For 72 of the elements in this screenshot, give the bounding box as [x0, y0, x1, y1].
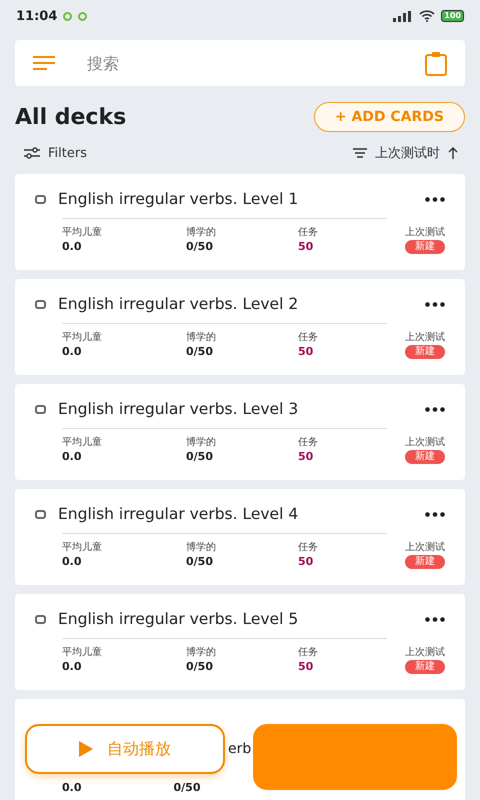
- stat-label: 上次测试: [405, 540, 445, 554]
- stat-label: 任务: [298, 541, 319, 554]
- stat-label: 上次测试: [405, 436, 445, 449]
- signal-icon: [393, 10, 414, 22]
- stat-label: 任务: [298, 331, 319, 344]
- sliders-icon[interactable]: [24, 147, 40, 159]
- deck-card[interactable]: English irregular verbs. Level 2 平均儿童 0.0 博学的 0/50 任务 50 上次测试 新建: [15, 279, 465, 375]
- search-bar[interactable]: 搜索: [15, 40, 465, 86]
- sort-icon[interactable]: [353, 148, 367, 158]
- stat-label: 上次测试: [405, 226, 445, 239]
- stat-value: 0.0: [62, 450, 82, 463]
- stat-value: 0.0: [62, 781, 82, 794]
- battery-icon: 100: [441, 10, 464, 22]
- clipboard-icon[interactable]: [425, 50, 447, 76]
- status-badge: 新建: [405, 345, 445, 359]
- stat-label: 上次测试: [405, 646, 445, 659]
- deck-title: English irregular verbs. Level 2: [58, 295, 300, 313]
- stat-label: 任务: [298, 436, 319, 449]
- page-title: All decks: [15, 104, 126, 130]
- stat-value: 0/50: [174, 781, 200, 794]
- status-badge: 新建: [405, 555, 445, 569]
- stat-label: 平均儿童: [62, 226, 103, 239]
- deck-title: English irregular verbs. Level 4: [58, 505, 300, 523]
- stat-label: 博学的: [186, 330, 217, 344]
- status-badge: 新建: [405, 450, 445, 464]
- stat-label: 平均儿童: [62, 436, 103, 449]
- stat-value: 50: [298, 660, 314, 673]
- search-field[interactable]: 搜索: [85, 52, 425, 74]
- more-icon[interactable]: [425, 302, 445, 306]
- filters-button[interactable]: Filters: [48, 146, 87, 160]
- stat-value: 0/50: [186, 660, 214, 673]
- stat-label: 任务: [298, 226, 319, 239]
- deck-card[interactable]: English irregular verbs. Level 4 平均儿童 0.0 博学的 0/50 任务 50 上次测试 新建: [15, 489, 465, 585]
- deck-title: English irregular verbs. Level 5: [58, 610, 300, 628]
- stat-value: 0.0: [62, 660, 82, 673]
- stat-value: 50: [298, 450, 314, 463]
- deck-title: English irregular verbs. Level 1: [58, 190, 300, 208]
- stat-label: 博学的: [186, 540, 217, 554]
- deck-card[interactable]: English irregular verbs. Level 3 平均儿童 0.0 博学的 0/50 任务 50 上次测试 新建: [15, 384, 465, 480]
- stat-value: 50: [298, 345, 314, 358]
- stat-label: 平均儿童: [62, 330, 103, 344]
- stat-label: 博学的: [186, 436, 217, 449]
- deck-title: erb: [228, 741, 252, 757]
- status-badge: 新建: [405, 240, 445, 254]
- stat-label: 任务: [298, 646, 319, 659]
- stat-value: 0/50: [186, 450, 214, 463]
- play-icon: [79, 741, 93, 757]
- stat-label: 上次测试: [405, 330, 445, 344]
- stat-value: 0/50: [186, 240, 214, 253]
- stat-label: 博学的: [186, 226, 217, 239]
- more-icon[interactable]: [425, 512, 445, 516]
- stat-label: 平均儿童: [62, 646, 103, 659]
- deck-card[interactable]: English irregular verbs. Level 1 平均儿童 0.0 博学的 0/50 任务 50 上次测试 新建: [15, 174, 465, 270]
- status-time: 11:04: [16, 8, 58, 24]
- status-badge: 新建: [405, 660, 445, 674]
- stat-value: 0.0: [62, 555, 82, 568]
- stat-value: 0/50: [186, 555, 214, 568]
- stat-value: 50: [298, 555, 314, 568]
- deck-card[interactable]: English irregular verbs. Level 5 平均儿童 0.0 博学的 0/50 任务 50 上次测试 新建: [15, 594, 465, 690]
- stat-value: 0.0: [62, 240, 82, 253]
- stat-value: 0/50: [186, 345, 214, 358]
- more-icon[interactable]: [425, 616, 445, 622]
- stat-label: 平均儿童: [62, 540, 103, 554]
- arrow-up-icon[interactable]: [448, 147, 458, 159]
- stat-value: 0.0: [62, 345, 82, 358]
- sort-label[interactable]: 上次测试时: [375, 144, 440, 162]
- more-icon[interactable]: [425, 196, 445, 202]
- stat-label: 博学的: [186, 646, 217, 659]
- wifi-icon: [419, 10, 436, 22]
- stat-value: 50: [298, 240, 314, 253]
- deck-title: English irregular verbs. Level 3: [58, 400, 300, 418]
- more-icon[interactable]: [425, 406, 445, 412]
